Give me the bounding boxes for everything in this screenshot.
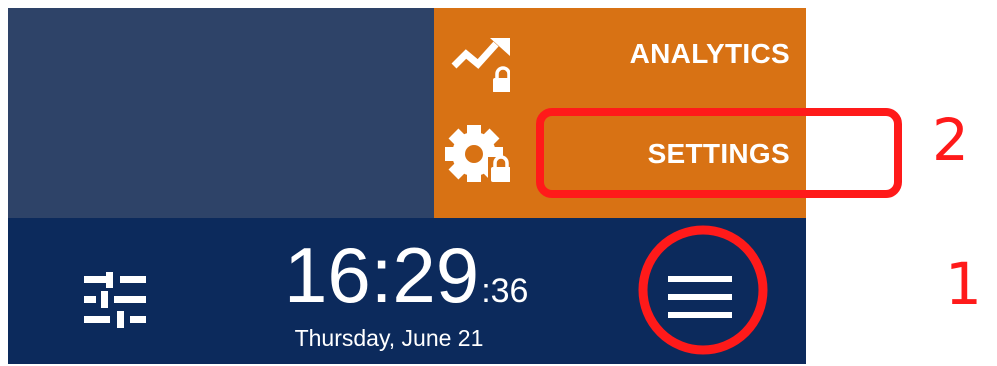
annotation-label-1: 1: [945, 250, 982, 318]
menu-item-label: SETTINGS: [647, 138, 790, 169]
annotation-label-2: 2: [932, 106, 969, 174]
clock: 16:29:36: [284, 234, 528, 316]
clock-seconds: :36: [481, 272, 529, 310]
sliders-icon[interactable]: [84, 272, 146, 328]
menu-item-analytics[interactable]: ANALYTICS: [434, 8, 806, 108]
settings-locked-icon: [445, 125, 510, 182]
clock-hours-minutes: 16:29: [284, 231, 480, 319]
side-menu: ANALYTICS SETTINGS: [434, 8, 806, 218]
status-bar: 16:29:36 Thursday, June 21: [8, 218, 806, 364]
hamburger-menu-icon[interactable]: [668, 274, 732, 320]
date-label: Thursday, June 21: [294, 325, 484, 351]
menu-item-label: ANALYTICS: [629, 38, 790, 69]
analytics-locked-icon: [451, 38, 510, 92]
menu-item-settings[interactable]: SETTINGS: [434, 108, 806, 208]
blank-panel: [8, 8, 434, 218]
